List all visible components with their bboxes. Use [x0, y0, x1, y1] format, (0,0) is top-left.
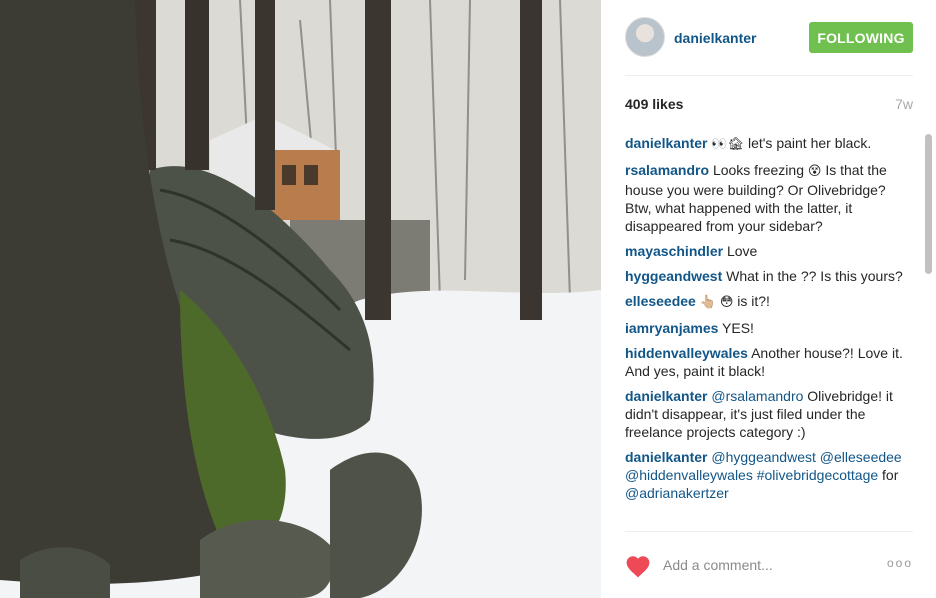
comment-text: What in the ?? Is this yours? [726, 268, 903, 284]
comment-emoji: 😵 [807, 164, 822, 179]
forest-snow-image [0, 0, 601, 598]
post-header: danielkanter FOLLOWING [625, 0, 913, 76]
comment-author[interactable]: elleseedee [625, 293, 696, 309]
comment-author[interactable]: danielkanter [625, 388, 707, 404]
comment-author[interactable]: iamryanjames [625, 320, 718, 336]
comment-mention[interactable]: @rsalamandro [711, 388, 803, 404]
avatar[interactable] [625, 17, 665, 57]
comment-item: danielkanter 👀🏚 let's paint her black. [625, 134, 913, 154]
post-username[interactable]: danielkanter [674, 30, 756, 46]
comment-mention[interactable]: @hiddenvalleywales [625, 467, 753, 483]
comment-emoji: 👆🏼 [699, 295, 716, 310]
comment-mention[interactable]: @hyggeandwest [711, 449, 816, 465]
comment-item: mayaschindler Love [625, 242, 913, 260]
comment-text: let's paint her black. [747, 135, 872, 151]
more-options-icon[interactable]: ooo [887, 556, 913, 570]
comment-hashtag[interactable]: #olivebridgecottage [757, 467, 878, 483]
comment-author[interactable]: danielkanter [625, 135, 707, 151]
comment-author[interactable]: mayaschindler [625, 243, 723, 259]
comment-author[interactable]: rsalamandro [625, 162, 709, 178]
comment-mention[interactable]: @adrianakertzer [625, 485, 729, 501]
comments-scrollbar[interactable] [925, 134, 932, 530]
comments-list[interactable]: danielkanter 👀🏚 let's paint her black. r… [625, 134, 913, 530]
comment-item: danielkanter @rsalamandro Olivebridge! i… [625, 387, 913, 441]
post-photo[interactable] [0, 0, 601, 598]
comment-text: Love [726, 243, 758, 259]
comment-item: rsalamandro Looks freezing 😵 Is that the… [625, 161, 913, 235]
comment-text: for [882, 467, 899, 483]
post-footer: Add a comment... ooo [625, 531, 913, 598]
post-side-panel: danielkanter FOLLOWING 409 likes 7w dani… [601, 0, 936, 598]
comment-author[interactable]: hyggeandwest [625, 268, 722, 284]
comment-text: is it?! [737, 293, 770, 309]
post-age[interactable]: 7w [895, 96, 913, 112]
scrollbar-thumb[interactable] [925, 134, 932, 274]
comment-item: hiddenvalleywales Another house?! Love i… [625, 344, 913, 380]
comment-author[interactable]: danielkanter [625, 449, 707, 465]
comment-emoji: 👀🏚 [711, 137, 745, 152]
comment-text: YES! [722, 320, 754, 336]
comment-text: Looks freezing [712, 162, 804, 178]
likes-count[interactable]: 409 likes [625, 96, 683, 112]
add-comment-input[interactable]: Add a comment... [663, 557, 773, 573]
comment-emoji: 😳 [719, 295, 734, 310]
comment-item: iamryanjames YES! [625, 319, 913, 337]
post-meta: 409 likes 7w [625, 96, 913, 112]
comment-mention[interactable]: @elleseedee [820, 449, 902, 465]
comment-item: danielkanter @hyggeandwest @elleseedee @… [625, 448, 913, 502]
following-button[interactable]: FOLLOWING [809, 22, 913, 53]
heart-icon[interactable] [625, 554, 651, 578]
comment-item: hyggeandwest What in the ?? Is this your… [625, 267, 913, 285]
comment-item: elleseedee 👆🏼 😳 is it?! [625, 292, 913, 312]
comment-author[interactable]: hiddenvalleywales [625, 345, 748, 361]
